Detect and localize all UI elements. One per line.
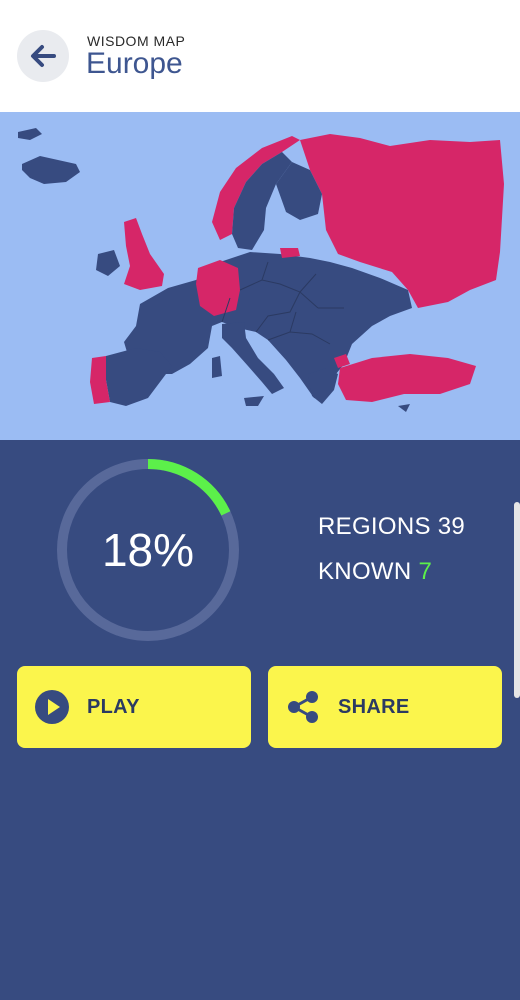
- back-button[interactable]: [17, 30, 69, 82]
- map-region-greece: [308, 368, 338, 404]
- map-region-germany: [196, 260, 240, 316]
- play-label: PLAY: [87, 695, 140, 718]
- scrollbar-thumb[interactable]: [514, 502, 520, 698]
- known-label: KNOWN: [318, 558, 412, 585]
- regions-label: REGIONS: [318, 513, 431, 540]
- known-count: KNOWN 7: [318, 558, 432, 586]
- app-header: WISDOM MAP Europe: [0, 0, 520, 112]
- play-button[interactable]: PLAY: [17, 666, 251, 748]
- map-region-sardinia: [212, 356, 222, 378]
- arrow-left-icon: [31, 45, 56, 67]
- play-circle-icon: [35, 690, 69, 724]
- share-label: SHARE: [338, 695, 410, 718]
- europe-map: [0, 112, 520, 440]
- regions-value: 39: [437, 513, 466, 540]
- regions-count: REGIONS 39: [318, 513, 465, 541]
- share-icon: [288, 691, 318, 723]
- map-region-united-kingdom: [124, 218, 164, 290]
- map-region-cyprus: [398, 404, 410, 412]
- map-region-iceland: [22, 156, 80, 184]
- progress-percent: 18%: [101, 524, 195, 576]
- map-region-sicily: [244, 396, 264, 406]
- stats-panel: 18% REGIONS 39 KNOWN 7 PLAY SHARE: [0, 440, 520, 1000]
- share-button[interactable]: SHARE: [268, 666, 502, 748]
- map-region-arctic-islands: [18, 128, 42, 140]
- known-value: 7: [418, 558, 433, 585]
- map-region-ireland: [96, 250, 120, 276]
- map-region-spain: [106, 348, 172, 406]
- page-title: Europe: [86, 47, 183, 80]
- map-region-turkey: [338, 354, 476, 402]
